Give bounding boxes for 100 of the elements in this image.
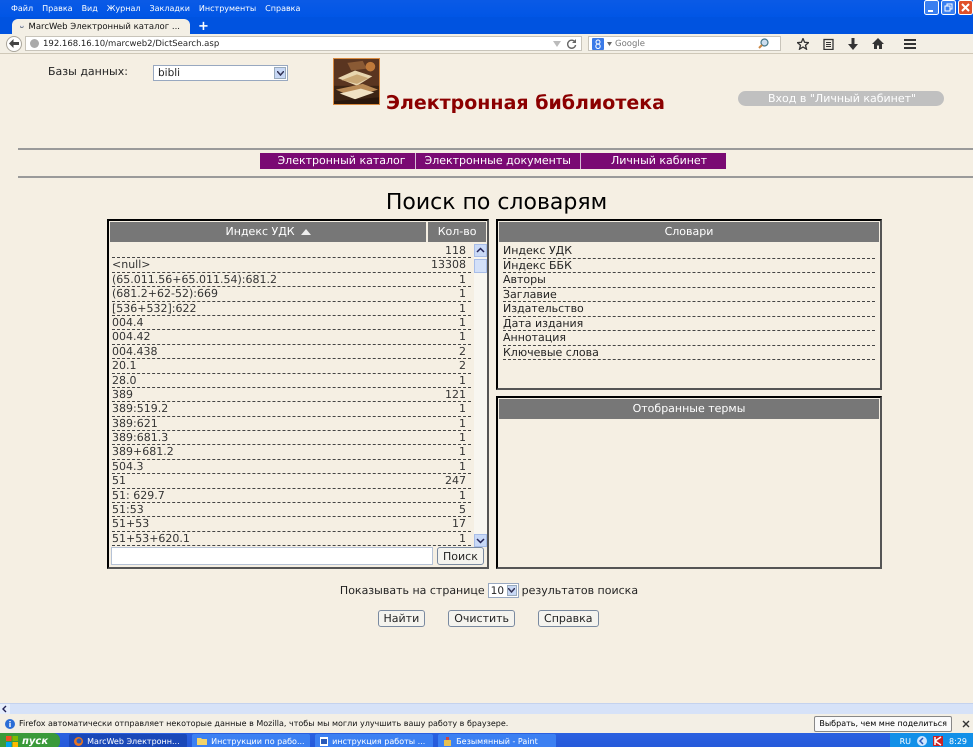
action-button[interactable]: Очистить: [448, 610, 516, 627]
count-cell-text: 1: [458, 402, 467, 416]
page-size-label: результатов поиска: [522, 584, 638, 597]
term-cell[interactable]: 51:53: [112, 503, 411, 516]
dropdown-icon[interactable]: [607, 42, 612, 46]
dictionary-item[interactable]: Издательство: [503, 302, 875, 316]
term-cell[interactable]: 51: [112, 474, 411, 488]
dictionary-item[interactable]: Авторы: [503, 273, 875, 288]
scroll-thumb[interactable]: [474, 259, 487, 273]
term-cell[interactable]: 389:681.3: [112, 431, 411, 444]
download-icon[interactable]: [848, 38, 858, 50]
term-cell[interactable]: 51: 629.7: [112, 488, 411, 502]
count-cell-text: 1: [458, 532, 467, 546]
minimize-icon[interactable]: [924, 0, 939, 15]
start-button[interactable]: пуск: [0, 733, 60, 747]
term-cell[interactable]: 20.1: [112, 359, 411, 373]
count-cell-text: 1: [458, 431, 467, 444]
count-cell-text: 1: [458, 316, 467, 330]
panel-header: Словари: [499, 222, 879, 242]
back-arrow-icon: [9, 39, 19, 48]
term-cell[interactable]: (681.2+62-52):669: [112, 287, 411, 301]
clipboard-icon[interactable]: [823, 38, 834, 50]
term-cell[interactable]: 51+53+620.1: [112, 532, 411, 546]
document-icon: [320, 736, 328, 746]
paint-icon: [443, 736, 452, 746]
action-button[interactable]: Справка: [538, 610, 598, 627]
page-size-select[interactable]: 10: [488, 583, 519, 598]
taskbar-button[interactable]: Безымянный - Paint: [438, 734, 556, 747]
search-button[interactable]: Поиск: [437, 547, 484, 565]
home-icon[interactable]: [872, 38, 884, 49]
back-button[interactable]: [6, 36, 22, 52]
column-header[interactable]: Индекс УДК: [110, 222, 426, 242]
nav-link[interactable]: Электронные документы: [416, 153, 581, 169]
clock: 8:29: [949, 736, 967, 746]
term-cell[interactable]: 004.438: [112, 344, 411, 358]
database-select[interactable]: bibli: [153, 65, 288, 81]
term-cell[interactable]: 389+681.2: [112, 445, 411, 459]
count-cell-text: 1: [458, 302, 467, 315]
dictionary-item[interactable]: Заглавие: [503, 288, 875, 302]
dictionary-item[interactable]: Аннотация: [503, 331, 875, 346]
restore-icon[interactable]: [941, 0, 956, 15]
taskbar-button[interactable]: Инструкции по рабо...: [192, 734, 310, 747]
dictionary-item[interactable]: Индекс УДК: [503, 244, 875, 258]
action-button[interactable]: Найти: [378, 610, 426, 627]
count-cell-text: 1: [458, 488, 467, 502]
close-icon[interactable]: [962, 720, 970, 728]
dictionary-item[interactable]: Индекс ББК: [503, 258, 875, 273]
search-field[interactable]: Google: [588, 36, 781, 51]
count-cell-text: 17: [451, 517, 467, 531]
address-field[interactable]: 192.168.16.10/marcweb2/DictSearch.asp: [25, 36, 582, 51]
term-cell[interactable]: 28.0: [112, 374, 411, 387]
count-cell-text: 1: [458, 330, 467, 344]
info-icon: [5, 718, 15, 728]
term-cell[interactable]: (65.011.56+65.011.54):681.2: [112, 272, 411, 286]
new-tab-button[interactable]: +: [190, 19, 217, 34]
star-icon[interactable]: [797, 38, 809, 50]
database-label: Базы данных:: [48, 65, 129, 78]
horizontal-scrollbar[interactable]: [0, 703, 973, 714]
search-input[interactable]: Google: [615, 38, 755, 48]
taskbar-button[interactable]: инструкция работы ...: [315, 734, 434, 747]
reload-icon[interactable]: [567, 38, 577, 48]
nav-link[interactable]: Личный кабинет: [580, 153, 716, 169]
count-cell-text: 1: [458, 416, 467, 430]
page-size-label: Показывать на странице: [340, 584, 485, 597]
term-cell[interactable]: [536+532]:622: [112, 302, 411, 315]
panel-header: Отобранные термы: [499, 399, 879, 419]
term-cell[interactable]: 004.4: [112, 316, 411, 330]
menu-item[interactable]: Файл: [11, 4, 34, 13]
share-choice-button[interactable]: Выбрать, чем мне поделиться: [814, 716, 952, 732]
term-cell[interactable]: 389:621: [112, 416, 411, 430]
term-cell[interactable]: <null>: [112, 258, 411, 272]
menu-item[interactable]: Инструменты: [198, 4, 256, 13]
menu-item[interactable]: Вид: [82, 4, 98, 13]
menu-item[interactable]: Справка: [265, 4, 300, 13]
term-cell[interactable]: 51+53: [112, 517, 411, 531]
menu-item[interactable]: Журнал: [106, 4, 140, 13]
term-cell[interactable]: 389: [112, 388, 411, 402]
scrollbar[interactable]: [474, 244, 487, 547]
dictionary-item[interactable]: Дата издания: [503, 316, 875, 331]
nav-link[interactable]: Электронный каталог: [260, 153, 416, 169]
count-cell-text: 2: [458, 359, 467, 373]
browser-tab[interactable]: MarcWeb Электронный каталог ...: [12, 19, 190, 34]
count-cell-text: 1: [458, 374, 467, 387]
menu-item[interactable]: Закладки: [149, 4, 190, 13]
term-cell[interactable]: 004.42: [112, 330, 411, 344]
count-cell-text: 2: [458, 344, 467, 358]
term-cell[interactable]: 389:519.2: [112, 402, 411, 416]
antivirus-icon: [933, 736, 944, 746]
count-cell-text: 1: [458, 272, 467, 286]
search-icon[interactable]: [758, 38, 769, 49]
menu-item[interactable]: Правка: [42, 4, 73, 13]
page-heading: Поиск по словарям: [384, 189, 608, 216]
taskbar-button[interactable]: MarcWeb Электронн...: [69, 734, 188, 747]
term-cell[interactable]: 504.3: [112, 460, 411, 474]
column-header[interactable]: Кол-во: [428, 222, 486, 242]
count-cell-text: 247: [444, 474, 467, 488]
menu-icon[interactable]: [904, 38, 916, 48]
term-input[interactable]: [111, 547, 433, 565]
dictionary-item[interactable]: Ключевые слова: [503, 346, 875, 360]
globe-icon: [30, 39, 39, 48]
